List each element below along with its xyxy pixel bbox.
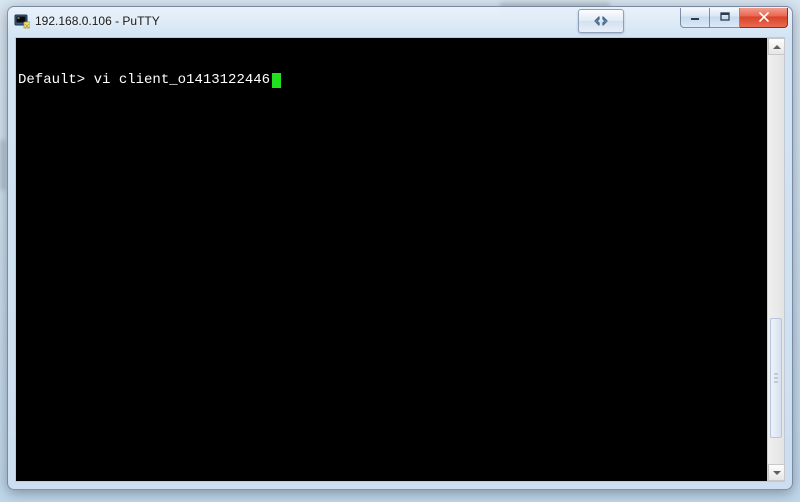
terminal-prompt: Default> [18, 72, 85, 88]
scrollbar-thumb[interactable] [770, 318, 782, 438]
terminal-command: vi client_o1413122446 [94, 72, 270, 88]
titlebar[interactable]: 192.168.0.106 - PuTTY [8, 7, 792, 35]
scroll-up-button[interactable] [768, 38, 785, 55]
maximize-button[interactable] [710, 8, 740, 28]
scroll-down-button[interactable] [768, 464, 785, 481]
client-area: Default> vi client_o1413122446 [15, 37, 785, 482]
close-button[interactable] [740, 8, 788, 28]
background-window-hint [0, 140, 6, 190]
window-controls [680, 8, 788, 28]
chevron-down-icon [773, 471, 781, 475]
resize-arrows-button[interactable] [578, 9, 624, 33]
chevron-up-icon [773, 45, 781, 49]
window-title: 192.168.0.106 - PuTTY [35, 14, 160, 28]
terminal-line: Default> vi client_o1413122446 [18, 72, 765, 88]
terminal-cursor [272, 73, 281, 88]
putty-icon [14, 13, 30, 29]
terminal-space [85, 72, 93, 88]
vertical-scrollbar[interactable] [767, 38, 784, 481]
minimize-button[interactable] [680, 8, 710, 28]
scrollbar-grip-icon [774, 374, 778, 383]
putty-window: 192.168.0.106 - PuTTY Default> vi client… [7, 6, 793, 490]
terminal[interactable]: Default> vi client_o1413122446 [16, 38, 767, 481]
